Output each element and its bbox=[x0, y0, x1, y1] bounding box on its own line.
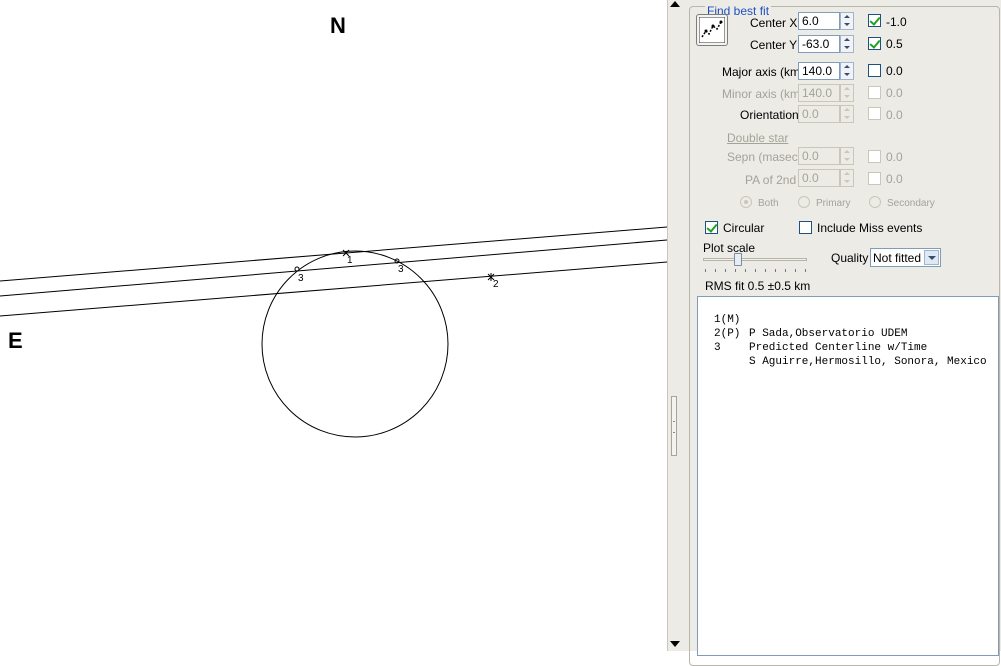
rms-fit-text: RMS fit 0.5 ±0.5 km bbox=[705, 279, 811, 293]
slider-tick bbox=[795, 269, 796, 272]
sepn-checkbox[interactable] bbox=[868, 150, 881, 163]
orientation-spinner[interactable] bbox=[840, 105, 854, 123]
chord-3-start-marker bbox=[294, 266, 300, 272]
observer-name: Predicted Centerline w/Time bbox=[749, 342, 928, 354]
fitted-outline bbox=[261, 250, 449, 438]
slider-tick bbox=[735, 269, 736, 272]
minor-axis-field[interactable]: 140.0 bbox=[798, 84, 840, 102]
circular-label: Circular bbox=[723, 221, 765, 235]
major-axis-field[interactable]: 140.0 bbox=[798, 62, 840, 80]
north-label: N bbox=[330, 13, 346, 38]
chevron-down-icon[interactable] bbox=[924, 250, 939, 265]
major-axis-checkbox[interactable] bbox=[868, 64, 881, 77]
slider-tick bbox=[725, 269, 726, 272]
slider-tick bbox=[765, 269, 766, 272]
slider-tick bbox=[705, 269, 706, 272]
observer-name: S Aguirre,Hermosillo, Sonora, Mexico bbox=[749, 356, 987, 368]
sepn-spinner[interactable] bbox=[840, 147, 854, 165]
chord-3-end-label: 3 bbox=[398, 264, 404, 275]
radio-secondary[interactable] bbox=[869, 196, 881, 208]
fit-button[interactable] bbox=[696, 14, 728, 46]
circular-checkbox[interactable] bbox=[705, 221, 718, 234]
chord-3-start-label: 3 bbox=[298, 273, 304, 284]
minor-axis-spinner[interactable] bbox=[840, 84, 854, 102]
panel-splitter[interactable] bbox=[667, 0, 681, 651]
chord-line-2 bbox=[0, 239, 667, 297]
center-x-check-value: -1.0 bbox=[886, 15, 907, 29]
slider-tick bbox=[775, 269, 776, 272]
plot-canvas: 1 3 3 2 bbox=[0, 226, 667, 438]
pa-2nd-field[interactable]: 0.0 bbox=[798, 169, 840, 187]
pa-2nd-check-value: 0.0 bbox=[886, 172, 903, 186]
center-x-field[interactable]: 6.0 bbox=[798, 12, 840, 30]
chord-line-3 bbox=[0, 261, 667, 317]
major-axis-spinner[interactable] bbox=[840, 62, 854, 80]
quality-select[interactable]: Not fitted bbox=[870, 248, 941, 267]
slider-tick bbox=[785, 269, 786, 272]
major-axis-label: Major axis (km) bbox=[722, 65, 805, 79]
observer-num: 3 bbox=[714, 342, 721, 354]
slider-tick bbox=[745, 269, 746, 272]
fit-ellipse-icon bbox=[699, 17, 725, 43]
observer-list[interactable]: 1(M) P Sada,Observatorio UDEM 2(P) Predi… bbox=[697, 296, 999, 656]
sepn-field[interactable]: 0.0 bbox=[798, 147, 840, 165]
plot-scale-label: Plot scale bbox=[703, 241, 756, 255]
quality-label: Quality bbox=[831, 251, 869, 265]
splitter-grip[interactable] bbox=[671, 396, 677, 456]
pa-2nd-label: PA of 2nd bbox=[745, 173, 797, 187]
plot-scale-track[interactable] bbox=[703, 258, 807, 261]
minor-axis-checkbox[interactable] bbox=[868, 86, 881, 99]
radio-primary[interactable] bbox=[798, 196, 810, 208]
center-x-label: Center X bbox=[750, 16, 798, 30]
include-miss-checkbox[interactable] bbox=[799, 221, 812, 234]
center-x-checkbox[interactable] bbox=[868, 14, 881, 27]
list-item[interactable]: 2(P) Predicted Centerline w/Time bbox=[698, 313, 998, 354]
include-miss-label: Include Miss events bbox=[817, 221, 923, 235]
radio-both[interactable] bbox=[740, 196, 752, 208]
profile-plot[interactable]: 1 3 3 2 N E bbox=[0, 0, 667, 651]
minor-axis-check-value: 0.0 bbox=[886, 86, 903, 100]
center-y-label: Center Y bbox=[750, 38, 798, 52]
double-star-label[interactable]: Double star bbox=[727, 131, 788, 145]
pa-2nd-checkbox[interactable] bbox=[868, 172, 881, 185]
radio-primary-label: Primary bbox=[816, 198, 851, 209]
pa-2nd-spinner[interactable] bbox=[840, 169, 854, 187]
list-item[interactable]: 3 S Aguirre,Hermosillo, Sonora, Mexico bbox=[698, 327, 998, 368]
scroll-down-arrow-icon[interactable] bbox=[670, 641, 680, 647]
center-y-check-value: 0.5 bbox=[886, 37, 903, 51]
orientation-field[interactable]: 0.0 bbox=[798, 105, 840, 123]
orientation-checkbox[interactable] bbox=[868, 107, 881, 120]
list-item[interactable]: 1(M) P Sada,Observatorio UDEM bbox=[698, 299, 998, 340]
radio-both-label: Both bbox=[758, 198, 779, 209]
radio-secondary-label: Secondary bbox=[887, 198, 935, 209]
sepn-check-value: 0.0 bbox=[886, 150, 903, 164]
east-label: E bbox=[8, 328, 23, 353]
orientation-label: Orientation bbox=[740, 108, 799, 122]
major-axis-check-value: 0.0 bbox=[886, 64, 903, 78]
chord-1-label: 1 bbox=[347, 255, 353, 266]
fit-panel: Find best fit Center X 6.0 -1.0 Center Y… bbox=[681, 0, 1001, 666]
slider-tick bbox=[715, 269, 716, 272]
plot-scale-slider[interactable] bbox=[734, 253, 742, 266]
center-y-spinner[interactable] bbox=[840, 35, 854, 53]
center-y-field[interactable]: -63.0 bbox=[798, 35, 840, 53]
quality-value: Not fitted bbox=[873, 251, 922, 265]
scroll-up-arrow-icon[interactable] bbox=[670, 1, 680, 7]
slider-tick bbox=[755, 269, 756, 272]
minor-axis-label: Minor axis (km) bbox=[722, 87, 805, 101]
sepn-label: Sepn (masec) bbox=[727, 150, 802, 164]
chord-2-label: 2 bbox=[493, 279, 499, 290]
slider-tick bbox=[805, 269, 806, 272]
center-y-checkbox[interactable] bbox=[868, 37, 881, 50]
center-x-spinner[interactable] bbox=[840, 12, 854, 30]
orientation-check-value: 0.0 bbox=[886, 108, 903, 122]
